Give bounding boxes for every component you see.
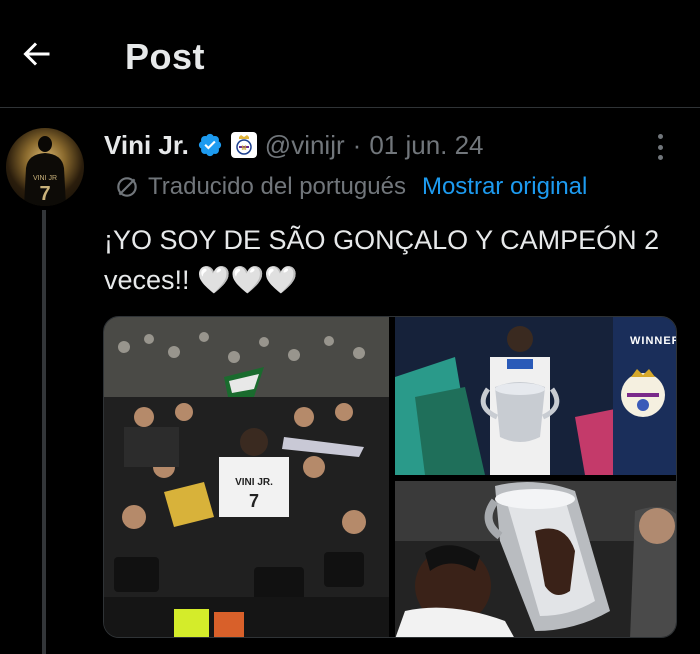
post-text: ¡YO SOY DE SÃO GONÇALO Y CAMPEÓN 2 veces… bbox=[104, 225, 660, 295]
top-bar: Post bbox=[0, 0, 700, 108]
translation-label: Traducido del portugués bbox=[148, 173, 406, 200]
avatar[interactable]: VINI JR 7 bbox=[6, 128, 84, 206]
photo-trophy-winner[interactable]: WINNER bbox=[395, 317, 677, 475]
real-madrid-badge-icon[interactable]: M bbox=[230, 132, 257, 158]
more-dot-icon bbox=[657, 134, 663, 139]
separator-dot: · bbox=[352, 129, 362, 160]
more-dot-icon bbox=[657, 144, 663, 150]
media-grid: VINI JR. 7 WINNER bbox=[103, 316, 677, 638]
verified-badge-icon[interactable] bbox=[197, 132, 223, 158]
avatar-figure: VINI JR 7 bbox=[24, 136, 66, 206]
crowd-illustration: VINI JR. 7 bbox=[104, 317, 389, 637]
translation-row: Traducido del portugués Mostrar original bbox=[114, 170, 587, 204]
translate-icon bbox=[117, 177, 137, 197]
page-title: Post bbox=[125, 36, 206, 77]
photo-celebration-crowd[interactable]: VINI JR. 7 bbox=[104, 317, 389, 637]
svg-text:7: 7 bbox=[249, 491, 259, 511]
arrow-left-icon bbox=[23, 42, 50, 66]
more-dot-icon bbox=[657, 155, 663, 160]
svg-text:7: 7 bbox=[39, 183, 50, 205]
author-handle[interactable]: @vinijr bbox=[265, 130, 345, 161]
winner-banner-text: WINNER bbox=[630, 335, 677, 347]
svg-text:VINI JR.: VINI JR. bbox=[235, 477, 273, 488]
svg-text:M: M bbox=[241, 146, 246, 152]
post-header: Vini Jr. M @vinijr · 01 jun. 24 bbox=[104, 125, 484, 165]
author-name[interactable]: Vini Jr. bbox=[104, 130, 189, 161]
thread-line bbox=[42, 210, 46, 654]
svg-text:VINI JR: VINI JR bbox=[33, 175, 57, 182]
show-original-link[interactable]: Mostrar original bbox=[422, 173, 587, 201]
trophy-kiss-illustration bbox=[395, 481, 676, 637]
post-date[interactable]: 01 jun. 24 bbox=[369, 130, 483, 161]
photo-trophy-kiss[interactable] bbox=[395, 481, 676, 637]
back-button[interactable] bbox=[14, 32, 58, 76]
more-options-button[interactable] bbox=[650, 130, 670, 164]
